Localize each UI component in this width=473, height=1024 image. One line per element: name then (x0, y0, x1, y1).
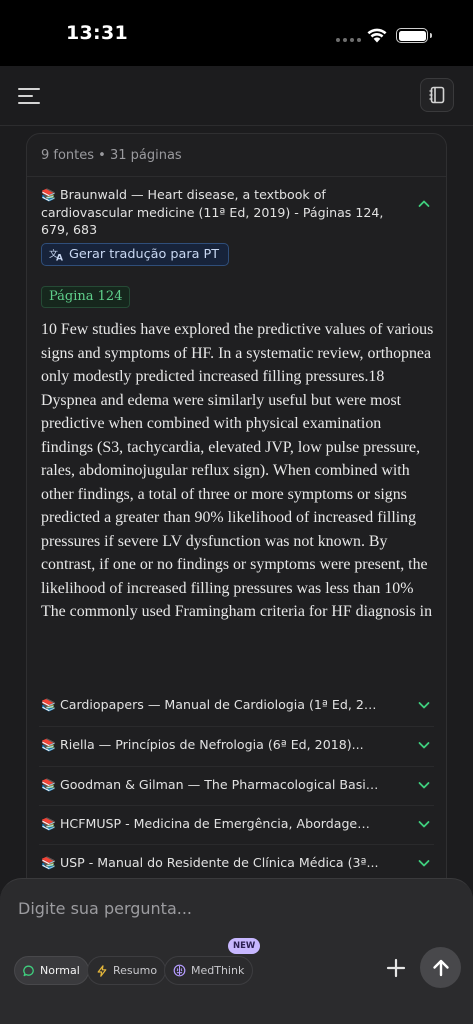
source-title: Riella — Princípios de Nefrologia (6ª Ed… (59, 737, 364, 752)
source-title: USP - Manual do Residente de Clínica Méd… (59, 855, 379, 870)
sources-card: 9 fontes • 31 páginas 📚 Braunwald — Heart… (26, 133, 447, 893)
app-bar (0, 66, 473, 126)
books-icon: 📚 (41, 738, 56, 752)
source-item-hcfmusp[interactable]: 📚 HCFMUSP - Medicina de Emergência, Abord… (27, 805, 446, 845)
svg-text:A: A (56, 254, 63, 262)
mode-label: Normal (40, 964, 80, 977)
arrow-up-icon (432, 959, 449, 976)
books-icon: 📚 (41, 778, 56, 792)
translate-icon: 文 A (49, 248, 63, 262)
chevron-down-icon[interactable] (417, 698, 431, 712)
battery-icon (396, 28, 432, 43)
books-icon: 📚 (41, 698, 56, 712)
menu-icon-line (18, 102, 40, 104)
sources-count: 9 fontes • 31 páginas (41, 148, 182, 163)
question-input[interactable] (18, 895, 358, 921)
add-attachment-button[interactable] (384, 956, 408, 980)
send-button[interactable] (420, 947, 461, 988)
menu-icon (18, 88, 40, 90)
chevron-down-icon[interactable] (417, 778, 431, 792)
source-excerpt: 10 Few studies have explored the predict… (41, 321, 434, 620)
chat-bubble-icon (23, 965, 34, 976)
chevron-up-icon[interactable] (417, 197, 431, 211)
divider (39, 766, 434, 767)
chevron-down-icon[interactable] (417, 738, 431, 752)
menu-button[interactable] (18, 88, 40, 104)
new-badge: NEW (228, 938, 261, 954)
source-item-cardiopapers[interactable]: 📚 Cardiopapers — Manual de Cardiologia (1… (27, 686, 446, 726)
cellular-signal-icon (336, 38, 361, 42)
source-item-braunwald[interactable]: 📚 Braunwald — Heart disease, a textbook o… (41, 186, 411, 238)
source-item-goodman-gilman[interactable]: 📚 Goodman & Gilman — The Pharmacological … (27, 766, 446, 806)
translate-label: Gerar tradução para PT (69, 247, 220, 262)
mode-label: Resumo (113, 964, 158, 977)
source-title: Cardiopapers — Manual de Cardiologia (1ª… (59, 697, 381, 712)
translate-button[interactable]: 文 A Gerar tradução para PT (41, 243, 230, 266)
mode-normal-button[interactable]: Normal (14, 956, 89, 985)
mode-label: MedThink (191, 964, 245, 977)
status-time: 13:31 (66, 22, 128, 44)
source-title: Goodman & Gilman — The Pharmacological B… (59, 777, 381, 792)
divider (39, 805, 434, 806)
divider (27, 176, 446, 177)
chevron-down-icon[interactable] (417, 817, 431, 831)
source-title: Braunwald — Heart disease, a textbook of… (41, 187, 384, 237)
divider (39, 726, 434, 727)
mode-resumo-button[interactable]: Resumo (87, 956, 167, 985)
notebook-icon (429, 86, 445, 104)
brain-icon (173, 964, 186, 977)
page-badge[interactable]: Página 124 (41, 286, 131, 308)
books-icon: 📚 (41, 856, 56, 870)
chevron-down-icon[interactable] (417, 856, 431, 870)
status-bar: 13:31 (0, 0, 473, 66)
menu-icon-line (18, 95, 33, 97)
divider (39, 844, 434, 845)
lightning-icon (97, 964, 107, 977)
books-icon: 📚 (41, 188, 56, 202)
wifi-icon (367, 28, 387, 43)
source-title: HCFMUSP - Medicina de Emergência, Aborda… (59, 816, 381, 831)
mode-medthink-button[interactable]: MedThink (164, 956, 254, 985)
books-icon: 📚 (41, 817, 56, 831)
notebook-button[interactable] (420, 78, 454, 112)
source-item-riella[interactable]: 📚 Riella — Princípios de Nefrologia (6ª E… (27, 726, 446, 766)
